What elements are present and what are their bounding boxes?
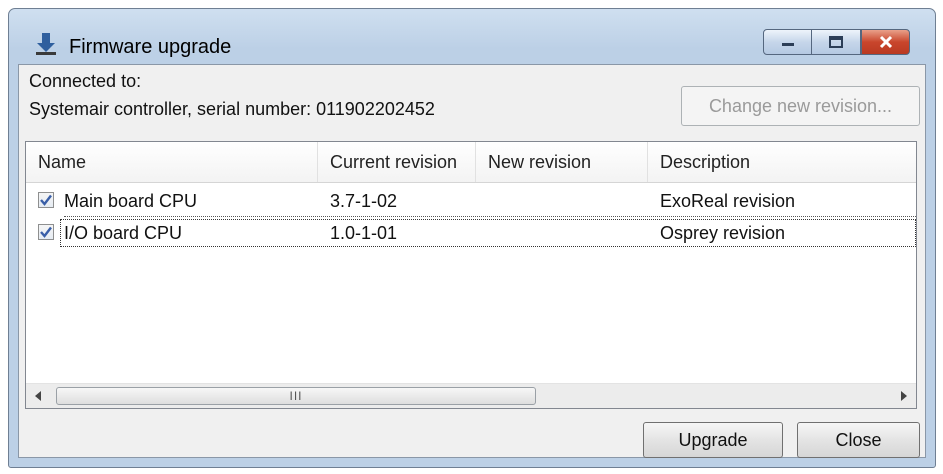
column-header-new-revision[interactable]: New revision: [476, 142, 648, 182]
maximize-icon: [812, 30, 860, 54]
scroll-right-arrow-icon[interactable]: [892, 384, 916, 408]
checkmark-icon: [40, 194, 52, 206]
device-info: Systemair controller, serial number: 011…: [29, 99, 435, 119]
row-name: Main board CPU: [64, 190, 198, 211]
column-header-description[interactable]: Description: [648, 142, 916, 182]
connected-label: Connected to:: [29, 71, 142, 91]
title-bar[interactable]: Firmware upgrade: [9, 9, 935, 71]
firmware-list: Name Current revision New revision Descr…: [25, 141, 917, 409]
horizontal-scrollbar[interactable]: III: [26, 383, 916, 408]
firmware-upgrade-window: Firmware upgrade Connected to: Systemair…: [8, 8, 936, 468]
scrollbar-grip: III: [289, 389, 303, 403]
row-divider: [64, 216, 916, 217]
column-header-name[interactable]: Name: [26, 142, 318, 182]
upgrade-button[interactable]: Upgrade: [643, 422, 783, 458]
row-checkbox[interactable]: [38, 192, 54, 208]
scroll-left-arrow-icon[interactable]: [26, 384, 50, 408]
scrollbar-thumb[interactable]: III: [56, 387, 536, 405]
close-window-button[interactable]: [861, 29, 910, 55]
row-current-revision: 3.7-1-02: [330, 190, 398, 211]
table-row[interactable]: Main board CPU 3.7-1-02 ExoReal revision: [26, 186, 916, 216]
row-checkbox[interactable]: [38, 224, 54, 240]
change-new-revision-button[interactable]: Change new revision...: [681, 86, 920, 126]
column-header-current-revision[interactable]: Current revision: [318, 142, 476, 182]
close-icon: [862, 30, 909, 54]
dialog-body: Connected to: Systemair controller, seri…: [18, 64, 926, 458]
checkmark-icon: [40, 226, 52, 238]
focus-rectangle: [60, 219, 916, 247]
row-description: ExoReal revision: [660, 190, 796, 211]
maximize-button[interactable]: [812, 29, 861, 55]
firmware-download-icon: [33, 31, 59, 57]
minimize-button[interactable]: [763, 29, 812, 55]
list-header: Name Current revision New revision Descr…: [26, 142, 916, 183]
window-title: Firmware upgrade: [69, 36, 232, 58]
minimize-icon: [764, 30, 811, 54]
close-button[interactable]: Close: [797, 422, 920, 458]
